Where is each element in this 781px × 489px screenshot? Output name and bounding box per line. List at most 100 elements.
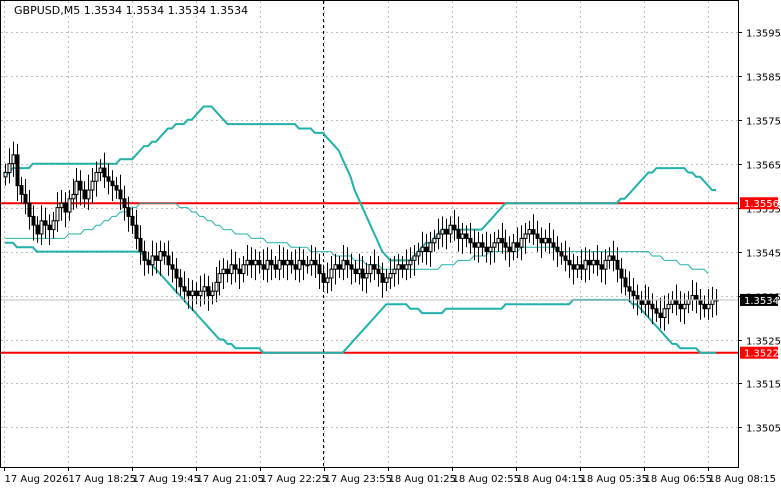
candle-body	[59, 202, 64, 209]
candle-body	[94, 171, 99, 182]
candle-body	[23, 193, 28, 204]
candle-body	[400, 264, 405, 270]
candle-body	[563, 255, 568, 261]
candle-body	[245, 259, 250, 266]
candle-body	[337, 264, 342, 270]
candle-body	[341, 259, 346, 270]
candle-body	[627, 286, 632, 292]
x-tick-label: 18 Aug 08:15	[709, 474, 776, 485]
candle-body	[527, 229, 532, 235]
candle-body	[353, 268, 358, 275]
candle-body	[206, 286, 211, 297]
candle-body	[138, 237, 143, 253]
candle-body	[364, 273, 369, 279]
candle-body	[74, 180, 79, 195]
candle-body	[551, 242, 556, 248]
candle-body	[480, 242, 485, 248]
candle-body	[460, 233, 465, 239]
candle-body	[110, 180, 115, 187]
candle-body	[619, 268, 624, 279]
y-tick-label: 1.3595	[746, 29, 781, 40]
candle-body	[309, 259, 314, 266]
candle-body	[698, 299, 703, 305]
candle-body	[229, 264, 234, 275]
candle-body	[321, 273, 326, 283]
candle-body	[126, 207, 131, 217]
candle-body	[7, 163, 12, 173]
candle-body	[432, 237, 437, 244]
candle-body	[122, 198, 127, 209]
candle-body	[654, 308, 659, 314]
y-tick-label: 1.3545	[746, 249, 781, 260]
candle-body	[297, 259, 302, 270]
candle-body	[500, 237, 505, 244]
candle-body	[650, 303, 655, 310]
candle-body	[217, 273, 222, 283]
candle-body	[674, 299, 679, 305]
price-chart[interactable]: 1.35951.35851.35751.35651.35551.35451.35…	[0, 0, 781, 489]
candle-body	[39, 220, 44, 235]
candle-body	[702, 303, 707, 310]
candle-body	[31, 215, 36, 226]
candle-body	[360, 268, 365, 279]
x-tick-label: 17 Aug 22:25	[261, 474, 328, 485]
candle-body	[615, 259, 620, 270]
chart-title: GBPUSD,M5 1.3534 1.3534 1.3534 1.3534	[14, 4, 248, 17]
candle-body	[35, 224, 40, 235]
candle-body	[380, 273, 385, 283]
candle-body	[265, 259, 270, 270]
level-price-tag: 1.3522	[744, 349, 779, 360]
candle-body	[186, 290, 191, 297]
candle-body	[329, 268, 334, 279]
candle-body	[639, 299, 644, 305]
candle-body	[607, 255, 612, 261]
candle-body	[686, 299, 691, 305]
candle-body	[448, 224, 453, 235]
y-tick-label: 1.3515	[746, 380, 781, 391]
candle-body	[289, 259, 294, 266]
candle-body	[301, 259, 306, 266]
candle-body	[392, 268, 397, 275]
candle-body	[595, 259, 600, 266]
candle-body	[436, 233, 441, 239]
candle-body	[349, 264, 354, 270]
y-tick-label: 1.3505	[746, 424, 781, 435]
candle-body	[678, 303, 683, 310]
chart-background	[0, 0, 781, 489]
candle-body	[682, 303, 687, 310]
candle-body	[317, 264, 322, 275]
candle-body	[3, 171, 8, 178]
candle-body	[492, 242, 497, 248]
x-tick-label: 18 Aug 05:35	[581, 474, 648, 485]
candle-body	[166, 255, 171, 266]
candle-body	[706, 303, 711, 310]
candle-body	[420, 246, 425, 253]
candle-body	[428, 242, 433, 253]
candle-body	[484, 246, 489, 253]
candle-body	[277, 259, 282, 270]
candle-body	[114, 185, 119, 191]
candle-body	[416, 251, 421, 257]
x-tick-label: 17 Aug 18:25	[69, 474, 136, 485]
candle-body	[488, 246, 493, 253]
candle-body	[182, 286, 187, 292]
candle-body	[102, 167, 107, 178]
candle-body	[134, 224, 139, 239]
candle-body	[281, 259, 286, 266]
candle-body	[269, 259, 274, 266]
candle-body	[372, 264, 377, 270]
candle-body	[591, 259, 596, 266]
candle-body	[476, 242, 481, 248]
candle-body	[503, 242, 508, 248]
candle-body	[452, 224, 457, 231]
candle-body	[444, 229, 449, 235]
candle-body	[456, 229, 461, 239]
candle-body	[261, 264, 266, 270]
candle-body	[345, 259, 350, 266]
candle-body	[559, 251, 564, 257]
candle-body	[583, 259, 588, 270]
x-tick-label: 17 Aug 23:55	[325, 474, 392, 485]
candle-body	[130, 215, 135, 226]
candle-body	[376, 268, 381, 275]
candle-body	[710, 299, 715, 305]
